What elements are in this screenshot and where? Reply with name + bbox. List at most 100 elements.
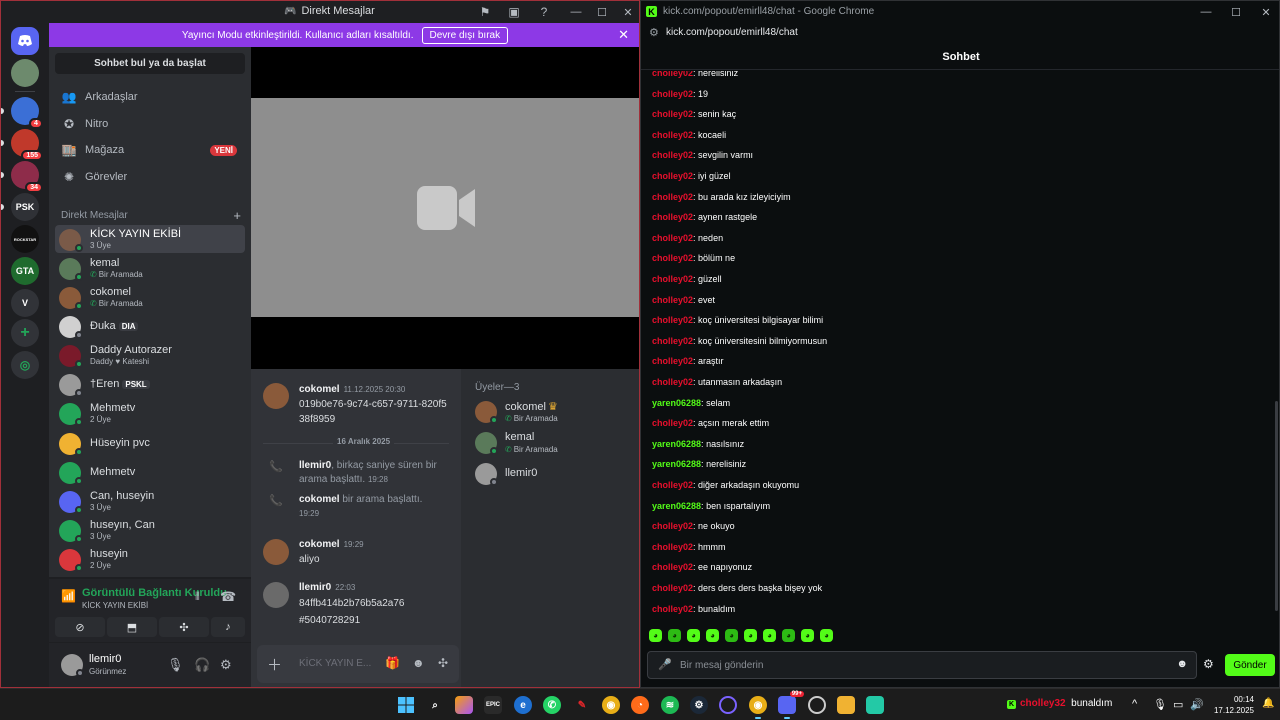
chat-username[interactable]: yaren06288 <box>652 439 701 449</box>
spotify-icon[interactable]: ≋ <box>661 696 679 714</box>
server-icon[interactable]: V <box>11 289 39 317</box>
network-icon[interactable]: ▭ <box>1173 698 1183 711</box>
inbox-flag-icon[interactable]: ⚑ <box>477 4 493 20</box>
add-server-icon[interactable]: + <box>11 319 39 347</box>
obs-icon[interactable] <box>719 696 737 714</box>
chat-username[interactable]: cholley02 <box>652 295 693 305</box>
emote-icon[interactable]: ◕ <box>668 629 681 642</box>
kick-message-input[interactable]: 🎤 Bir mesaj gönderin ☻ <box>647 651 1197 679</box>
signal-icon[interactable]: 📶 <box>61 589 76 603</box>
dm-item[interactable]: huseyin 2 Üye <box>55 545 245 573</box>
message-author[interactable]: cokomel 19:29 <box>299 539 364 550</box>
server-icon[interactable]: 155 <box>11 129 43 161</box>
copilot-icon[interactable] <box>455 696 473 714</box>
dm-item[interactable]: †Eren PSKL <box>55 370 245 398</box>
chat-username[interactable]: cholley02 <box>652 212 693 222</box>
notification-bell-icon[interactable]: 🔔 <box>1262 698 1274 709</box>
rss-icon[interactable]: ◔ <box>631 696 649 714</box>
create-dm-icon[interactable]: + <box>233 208 241 223</box>
emote-icon[interactable]: ◕ <box>820 629 833 642</box>
nav-item-quests[interactable]: ✺ Görevler <box>55 165 245 189</box>
microphone-icon[interactable]: 🎙 <box>167 657 184 673</box>
dm-item[interactable]: Mehmetv 2 Üye <box>55 399 245 427</box>
apps-icon[interactable]: ✣ <box>438 656 448 670</box>
server-icon[interactable]: PSK <box>11 193 39 221</box>
address-bar[interactable]: ⚙ kick.com/popout/emirll48/chat <box>641 23 1279 43</box>
server-icon[interactable]: 4 <box>11 97 43 129</box>
headphones-icon[interactable]: 🎧 <box>194 657 210 673</box>
emote-icon[interactable]: ◕ <box>782 629 795 642</box>
microphone-icon[interactable]: 🎤 <box>658 658 672 671</box>
volume-icon[interactable]: 🔊 <box>1190 698 1204 711</box>
discover-icon[interactable]: ◎ <box>11 351 39 379</box>
store-icon[interactable] <box>866 696 884 714</box>
voice-channel[interactable]: KİCK YAYIN EKİBİ <box>82 601 148 610</box>
chat-username[interactable]: cholley02 <box>652 109 693 119</box>
search-icon[interactable]: ⌕ <box>426 696 444 714</box>
app-icon[interactable] <box>808 696 826 714</box>
maximize-icon[interactable]: ☐ <box>1221 1 1251 23</box>
clock[interactable]: 00:14 17.12.2025 <box>1204 694 1254 716</box>
steam-icon[interactable]: ⚙ <box>690 696 708 714</box>
avatar[interactable] <box>263 383 289 409</box>
chat-username[interactable]: cholley02 <box>652 130 693 140</box>
epic-games-icon[interactable]: EPIC <box>484 696 502 714</box>
activities-button[interactable]: ✣ <box>159 617 209 637</box>
whatsapp-icon[interactable]: ✆ <box>543 696 561 714</box>
pen-icon[interactable]: ✎ <box>573 696 591 714</box>
find-conversation-button[interactable]: Sohbet bul ya da başlat <box>55 53 245 74</box>
dm-item[interactable]: Ðuka DIA <box>55 312 245 340</box>
minimize-icon[interactable]: — <box>563 1 589 23</box>
chat-username[interactable]: yaren06288 <box>652 398 701 408</box>
emoji-icon[interactable]: ☻ <box>412 656 425 670</box>
chat-username[interactable]: cholley02 <box>652 604 693 614</box>
chat-username[interactable]: cholley02 <box>652 274 693 284</box>
member-item[interactable]: llemir0 <box>475 461 635 489</box>
disable-streamer-mode-button[interactable]: Devre dışı bırak <box>421 26 509 44</box>
emote-icon[interactable]: ◕ <box>744 629 757 642</box>
send-button[interactable]: Gönder <box>1225 654 1275 676</box>
chat-username[interactable]: cholley02 <box>652 336 693 346</box>
chat-username[interactable]: cholley02 <box>652 377 693 387</box>
url-text[interactable]: kick.com/popout/emirll48/chat <box>666 27 798 38</box>
emote-icon[interactable]: ◕ <box>725 629 738 642</box>
chat-username[interactable]: cholley02 <box>652 71 693 78</box>
avatar[interactable] <box>263 539 289 565</box>
camera-off-button[interactable]: ⊘ <box>55 617 105 637</box>
chrome-active-icon[interactable]: ◉ <box>749 696 767 714</box>
chat-username[interactable]: cholley02 <box>652 562 693 572</box>
windows-start-icon[interactable] <box>397 696 415 714</box>
chat-username[interactable]: yaren06288 <box>652 459 701 469</box>
screen-icon[interactable]: ▣ <box>506 4 522 20</box>
chrome-icon[interactable]: ◉ <box>602 696 620 714</box>
emote-icon[interactable]: ◕ <box>763 629 776 642</box>
chat-username[interactable]: cholley02 <box>652 356 693 366</box>
dm-item[interactable]: huseyın, Can 3 Üye <box>55 516 245 544</box>
chat-username[interactable]: cholley02 <box>652 583 693 593</box>
tray-mic-icon[interactable]: 🎙 <box>1153 698 1167 711</box>
file-explorer-icon[interactable] <box>837 696 855 714</box>
screen-share-button[interactable]: ⬒ <box>107 617 157 637</box>
chat-username[interactable]: yaren06288 <box>652 501 701 511</box>
chat-username[interactable]: cholley02 <box>652 150 693 160</box>
message-author[interactable]: cokomel 11.12.2025 20:30 <box>299 384 405 395</box>
emote-icon[interactable]: ◕ <box>649 629 662 642</box>
close-icon[interactable]: ✕ <box>1251 1 1279 23</box>
server-icon[interactable]: ROCKSTAR <box>11 225 39 253</box>
dm-item[interactable]: cokomel ✆ Bir Aramada <box>55 283 245 311</box>
dm-item[interactable]: Hüseyin pvc <box>55 429 245 457</box>
chat-username[interactable]: cholley02 <box>652 233 693 243</box>
message-input[interactable]: ＋ KİCK YAYIN E... 🎁 ☻ ✣ <box>257 645 459 683</box>
settings-gear-icon[interactable]: ⚙ <box>220 657 232 673</box>
chat-username[interactable]: cholley02 <box>652 480 693 490</box>
dm-item[interactable]: KİCK YAYIN EKİBİ 3 Üye <box>55 225 245 253</box>
nav-item-nitro[interactable]: ✪ Nitro <box>55 112 245 136</box>
help-icon[interactable]: ? <box>536 4 552 20</box>
emote-icon[interactable]: ◕ <box>687 629 700 642</box>
server-icon[interactable]: GTA <box>11 257 39 285</box>
maximize-icon[interactable]: ☐ <box>589 1 615 23</box>
dm-item[interactable]: Daddy Autorazer Daddy ♥ Kateshi <box>55 341 245 369</box>
server-icon[interactable]: 34 <box>11 161 43 193</box>
chat-settings-gear-icon[interactable]: ⚙ <box>1203 657 1214 671</box>
discord-taskbar-icon[interactable]: 99+ <box>778 691 804 714</box>
